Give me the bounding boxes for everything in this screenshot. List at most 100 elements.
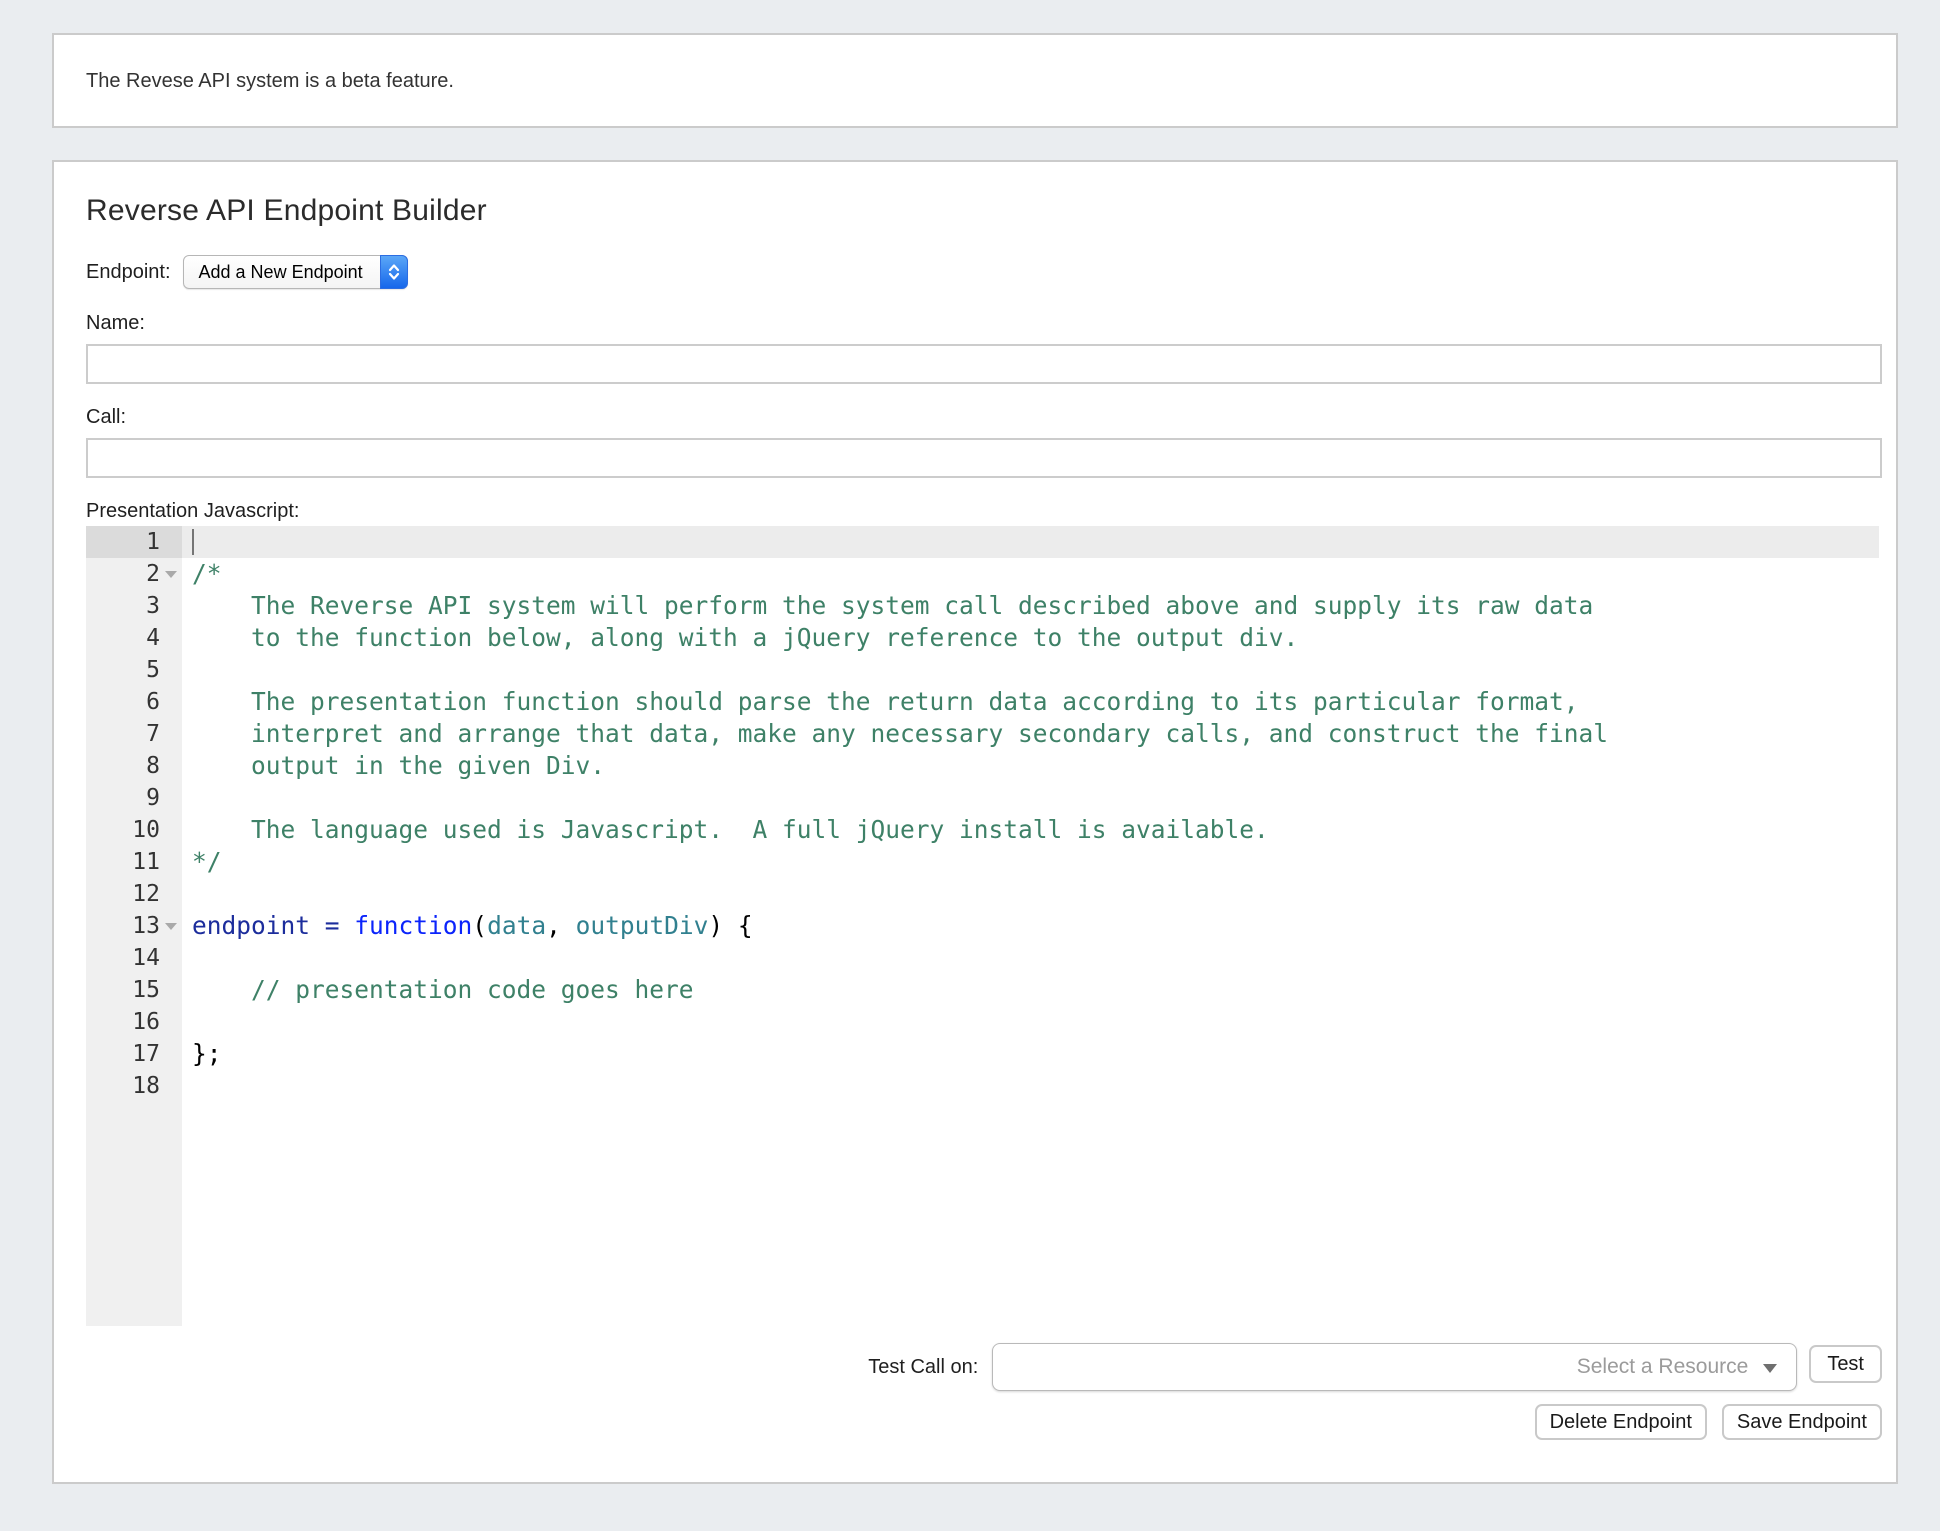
line-number: 10 bbox=[132, 817, 160, 843]
save-endpoint-button[interactable]: Save Endpoint bbox=[1722, 1404, 1882, 1440]
editor-tail[interactable] bbox=[86, 1102, 1879, 1326]
editor-gutter-cell: 17 bbox=[86, 1038, 182, 1070]
line-number: 3 bbox=[146, 593, 160, 619]
code-line[interactable]: The Reverse API system will perform the … bbox=[182, 590, 1879, 622]
editor-gutter-cell: 9 bbox=[86, 782, 182, 814]
editor-line[interactable]: 18 bbox=[86, 1070, 1879, 1102]
editor-gutter-cell: 8 bbox=[86, 750, 182, 782]
editor-line[interactable]: 3 The Reverse API system will perform th… bbox=[86, 590, 1879, 622]
endpoint-select[interactable]: Add a New Endpoint bbox=[183, 255, 408, 289]
code-line[interactable]: /* bbox=[182, 558, 1879, 590]
editor-gutter-cell: 5 bbox=[86, 654, 182, 686]
editor-gutter-cell: 15 bbox=[86, 974, 182, 1006]
line-number: 7 bbox=[146, 721, 160, 747]
select-arrows-icon bbox=[380, 255, 408, 289]
code-line[interactable] bbox=[182, 526, 1879, 558]
editor-gutter-cell: 7 bbox=[86, 718, 182, 750]
name-field: Name: bbox=[86, 312, 1882, 384]
editor-gutter-cell: 12 bbox=[86, 878, 182, 910]
line-number: 8 bbox=[146, 753, 160, 779]
editor-gutter-cell: 3 bbox=[86, 590, 182, 622]
editor-line[interactable]: 12 bbox=[86, 878, 1879, 910]
editor-line[interactable]: 5 bbox=[86, 654, 1879, 686]
editor-line[interactable]: 2 /* bbox=[86, 558, 1879, 590]
line-number: 2 bbox=[146, 561, 160, 587]
code-line[interactable] bbox=[182, 942, 1879, 974]
endpoint-builder-panel: Reverse API Endpoint Builder Endpoint: A… bbox=[52, 160, 1898, 1484]
call-field: Call: bbox=[86, 406, 1882, 478]
resource-combobox[interactable]: Select a Resource bbox=[992, 1343, 1797, 1391]
endpoint-row: Endpoint: Add a New Endpoint bbox=[86, 255, 1882, 289]
editor-line[interactable]: 13 endpoint = function(data, outputDiv) { bbox=[86, 910, 1879, 942]
editor-line[interactable]: 17}; bbox=[86, 1038, 1879, 1070]
name-input[interactable] bbox=[86, 344, 1882, 384]
beta-banner: The Revese API system is a beta feature. bbox=[52, 33, 1898, 128]
code-line[interactable]: */ bbox=[182, 846, 1879, 878]
line-number: 18 bbox=[132, 1073, 160, 1099]
editor-line[interactable]: 11 */ bbox=[86, 846, 1879, 878]
line-number: 16 bbox=[132, 1009, 160, 1035]
editor-gutter-cell: 1 bbox=[86, 526, 182, 558]
code-editor[interactable]: 12/*3 The Reverse API system will perfor… bbox=[86, 526, 1879, 1326]
text-cursor bbox=[192, 529, 194, 555]
editor-line[interactable]: 6 The presentation function should parse… bbox=[86, 686, 1879, 718]
code-line[interactable] bbox=[182, 1006, 1879, 1038]
editor-gutter-cell: 13 bbox=[86, 910, 182, 942]
code-line[interactable] bbox=[182, 878, 1879, 910]
code-line[interactable]: The language used is Javascript. A full … bbox=[182, 814, 1879, 846]
dropdown-arrow-icon[interactable] bbox=[1763, 1364, 1777, 1373]
editor-line[interactable]: 10 The language used is Javascript. A fu… bbox=[86, 814, 1879, 846]
delete-endpoint-button[interactable]: Delete Endpoint bbox=[1535, 1404, 1707, 1440]
code-line[interactable] bbox=[182, 782, 1879, 814]
line-number: 6 bbox=[146, 689, 160, 715]
endpoint-label: Endpoint: bbox=[86, 261, 171, 284]
fold-arrow-icon[interactable] bbox=[165, 923, 177, 930]
fold-arrow-icon[interactable] bbox=[165, 571, 177, 578]
line-number: 12 bbox=[132, 881, 160, 907]
editor-line[interactable]: 15 // presentation code goes here bbox=[86, 974, 1879, 1006]
editor-gutter-cell: 4 bbox=[86, 622, 182, 654]
code-tail[interactable] bbox=[182, 1102, 1879, 1326]
beta-banner-text: The Revese API system is a beta feature. bbox=[86, 70, 454, 92]
line-number: 14 bbox=[132, 945, 160, 971]
endpoint-select-value: Add a New Endpoint bbox=[184, 256, 380, 288]
code-line[interactable]: }; bbox=[182, 1038, 1879, 1070]
line-number: 11 bbox=[132, 849, 160, 875]
page-title: Reverse API Endpoint Builder bbox=[86, 194, 1882, 228]
editor-gutter-cell: 10 bbox=[86, 814, 182, 846]
line-number: 5 bbox=[146, 657, 160, 683]
line-number: 13 bbox=[132, 913, 160, 939]
call-label: Call: bbox=[86, 406, 1882, 429]
code-line[interactable] bbox=[182, 1070, 1879, 1102]
test-call-label: Test Call on: bbox=[868, 1356, 978, 1379]
test-button[interactable]: Test bbox=[1809, 1345, 1882, 1383]
editor-line[interactable]: 8 output in the given Div. bbox=[86, 750, 1879, 782]
code-line[interactable] bbox=[182, 654, 1879, 686]
line-number: 17 bbox=[132, 1041, 160, 1067]
endpoint-action-row: Delete Endpoint Save Endpoint bbox=[86, 1404, 1882, 1440]
editor-label: Presentation Javascript: bbox=[86, 500, 1882, 523]
editor-line[interactable]: 1 bbox=[86, 526, 1879, 558]
name-label: Name: bbox=[86, 312, 1882, 335]
code-line[interactable]: to the function below, along with a jQue… bbox=[182, 622, 1879, 654]
code-line[interactable]: output in the given Div. bbox=[182, 750, 1879, 782]
editor-gutter-cell: 11 bbox=[86, 846, 182, 878]
editor-line[interactable]: 14 bbox=[86, 942, 1879, 974]
page: The Revese API system is a beta feature.… bbox=[0, 33, 1940, 1484]
editor-line[interactable]: 7 interpret and arrange that data, make … bbox=[86, 718, 1879, 750]
code-line[interactable]: The presentation function should parse t… bbox=[182, 686, 1879, 718]
line-number: 4 bbox=[146, 625, 160, 651]
editor-line[interactable]: 4 to the function below, along with a jQ… bbox=[86, 622, 1879, 654]
line-number: 15 bbox=[132, 977, 160, 1003]
code-line[interactable]: // presentation code goes here bbox=[182, 974, 1879, 1006]
test-call-row: Test Call on: Select a Resource Test bbox=[86, 1343, 1882, 1391]
editor-gutter-cell: 18 bbox=[86, 1070, 182, 1102]
editor-line[interactable]: 16 bbox=[86, 1006, 1879, 1038]
editor-gutter-cell: 14 bbox=[86, 942, 182, 974]
editor-gutter-cell: 6 bbox=[86, 686, 182, 718]
code-line[interactable]: interpret and arrange that data, make an… bbox=[182, 718, 1879, 750]
resource-placeholder: Select a Resource bbox=[1577, 1355, 1749, 1379]
editor-line[interactable]: 9 bbox=[86, 782, 1879, 814]
code-line[interactable]: endpoint = function(data, outputDiv) { bbox=[182, 910, 1879, 942]
call-input[interactable] bbox=[86, 438, 1882, 478]
